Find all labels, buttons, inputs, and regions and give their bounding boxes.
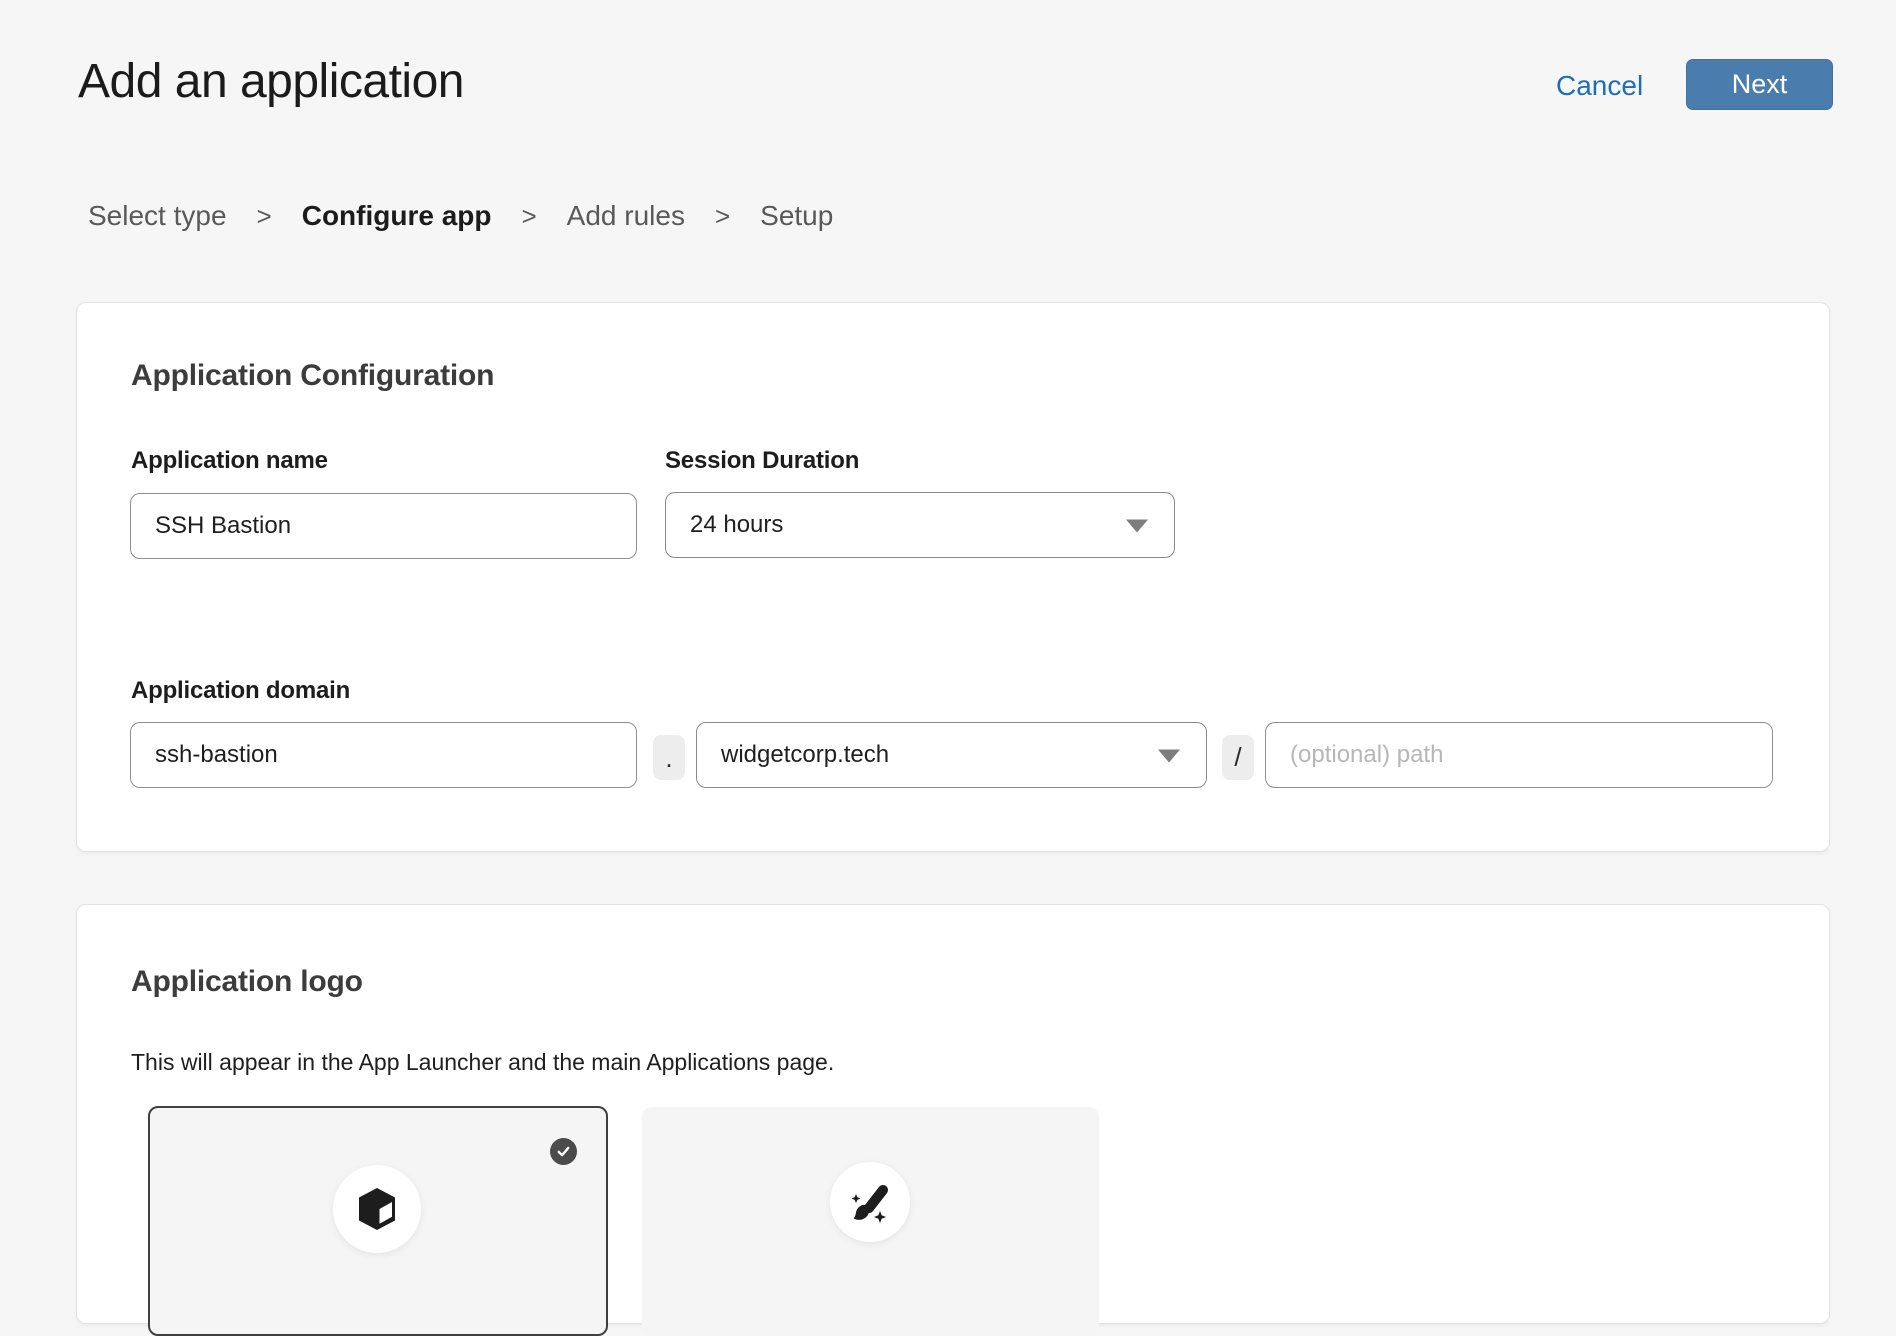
path-input[interactable]	[1265, 722, 1773, 788]
breadcrumb-step-configure-app[interactable]: Configure app	[302, 200, 492, 232]
chevron-separator-icon: >	[257, 201, 272, 232]
chevron-down-icon	[1126, 520, 1148, 533]
logo-icon-circle	[830, 1162, 910, 1242]
breadcrumb-step-setup[interactable]: Setup	[760, 200, 833, 232]
application-configuration-card: Application Configuration Application na…	[76, 302, 1830, 852]
domain-select[interactable]: widgetcorp.tech	[696, 722, 1207, 788]
slash-separator: /	[1222, 735, 1254, 780]
application-logo-card: Application logo This will appear in the…	[76, 904, 1830, 1324]
dot-separator: .	[653, 735, 685, 780]
next-button[interactable]: Next	[1686, 59, 1833, 110]
cancel-button[interactable]: Cancel	[1556, 70, 1643, 102]
session-duration-value: 24 hours	[690, 511, 783, 539]
paintbrush-sparkles-icon	[847, 1179, 893, 1225]
breadcrumb-step-add-rules[interactable]: Add rules	[567, 200, 685, 232]
session-duration-label: Session Duration	[665, 447, 859, 475]
session-duration-select[interactable]: 24 hours	[665, 492, 1175, 558]
check-icon	[550, 1138, 577, 1165]
add-application-page: Add an application Cancel Next Select ty…	[0, 0, 1896, 1228]
application-configuration-heading: Application Configuration	[131, 359, 494, 393]
subdomain-input[interactable]	[130, 722, 637, 788]
logo-icon-circle	[333, 1165, 421, 1253]
domain-select-value: widgetcorp.tech	[721, 741, 889, 769]
page-title: Add an application	[78, 54, 464, 109]
chevron-down-icon	[1158, 750, 1180, 763]
breadcrumb: Select type > Configure app > Add rules …	[88, 200, 833, 232]
chevron-separator-icon: >	[521, 201, 536, 232]
application-name-label: Application name	[131, 447, 328, 475]
application-name-input[interactable]	[130, 493, 637, 559]
chevron-separator-icon: >	[715, 201, 730, 232]
application-logo-description: This will appear in the App Launcher and…	[131, 1049, 834, 1076]
custom-logo-tile[interactable]	[642, 1107, 1099, 1336]
application-logo-heading: Application logo	[131, 965, 363, 999]
default-logo-tile[interactable]	[148, 1106, 608, 1336]
breadcrumb-step-select-type[interactable]: Select type	[88, 200, 227, 232]
application-domain-label: Application domain	[131, 677, 350, 705]
cube-icon	[357, 1187, 397, 1231]
